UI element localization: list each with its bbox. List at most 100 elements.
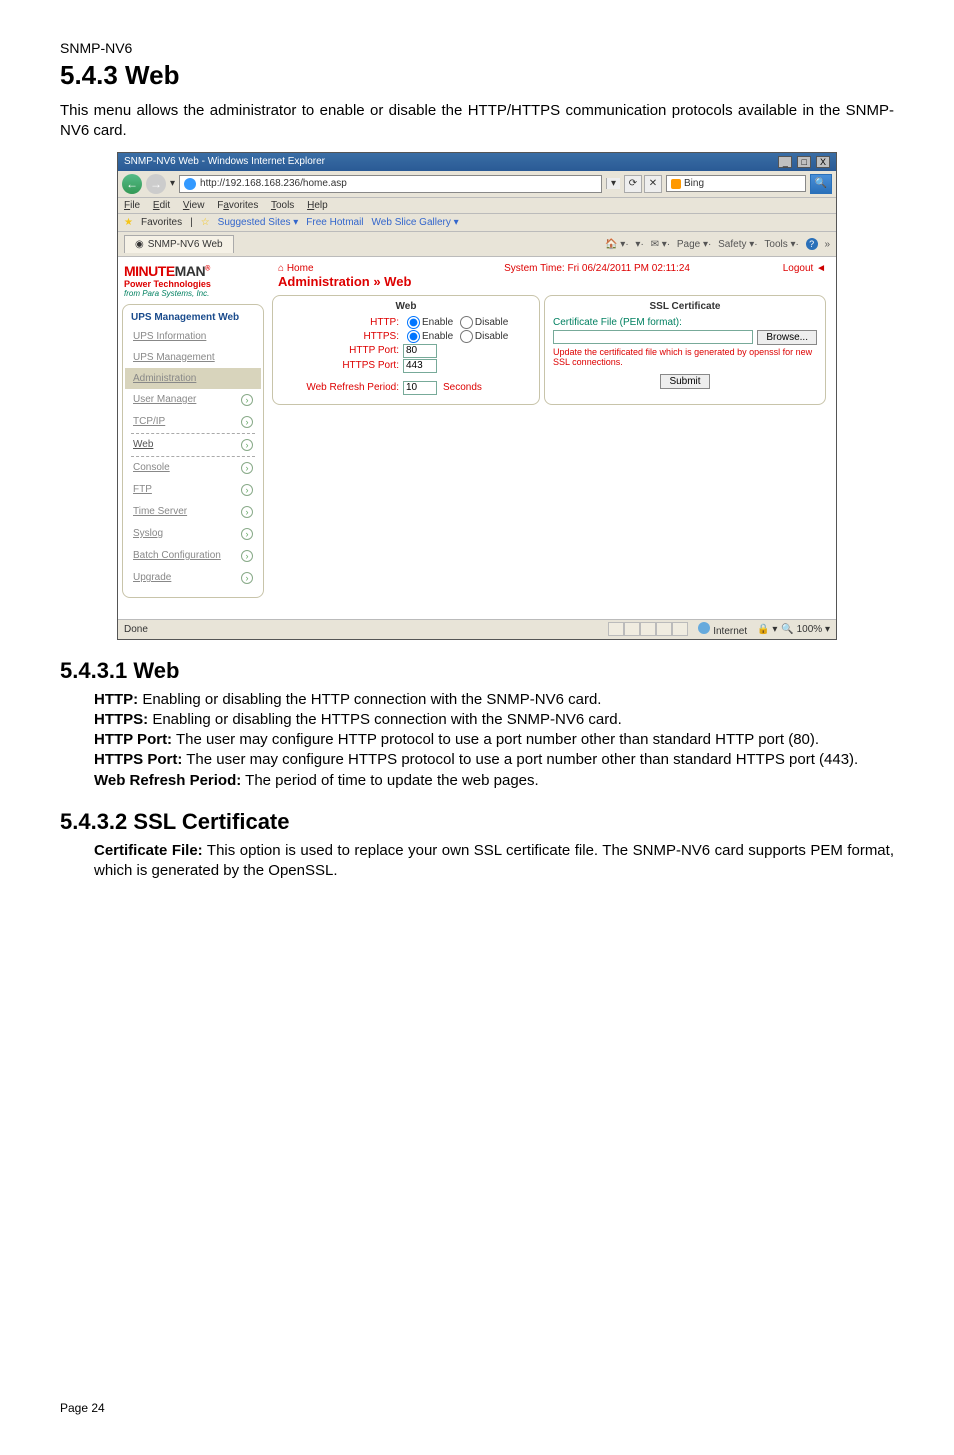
breadcrumb-home[interactable]: Home (278, 263, 411, 274)
fav-link-suggested[interactable]: Suggested Sites ▾ (218, 217, 299, 228)
go-icon: › (241, 528, 253, 540)
menu-favorites[interactable]: Favorites (217, 200, 258, 211)
status-panes (608, 622, 688, 636)
address-bar[interactable]: http://192.168.168.236/home.asp (179, 175, 602, 193)
favorites-star-icon[interactable]: ★ (124, 217, 133, 228)
menu-help[interactable]: Help (307, 200, 328, 211)
menu-bar: File Edit View Favorites Tools Help (118, 198, 836, 214)
cmd-page[interactable]: Page ▾ (677, 239, 708, 250)
cmd-tools[interactable]: Tools ▾ (764, 239, 795, 250)
sidebar-batch-config[interactable]: Batch Configuration› (125, 545, 261, 567)
favorites-bar: ★ Favorites | ☆ Suggested Sites ▾ Free H… (118, 214, 836, 232)
refresh-label: Web Refresh Period: (275, 382, 403, 393)
cmd-home[interactable]: 🏠 ▾ (605, 239, 625, 250)
def-text: Enabling or disabling the HTTPS connecti… (148, 711, 622, 728)
sidebar-syslog[interactable]: Syslog › (125, 523, 261, 545)
tab-icon: ◉ (135, 239, 144, 250)
fav-link-webslice[interactable]: Web Slice Gallery ▾ (372, 217, 459, 228)
brand-word-2: MAN (175, 263, 205, 279)
zoom-level[interactable]: 🔍 100% ▾ (781, 624, 830, 635)
sidebar-item-label: Console (133, 462, 170, 473)
refresh-button[interactable]: ⟳ (624, 175, 642, 193)
https-disable-radio[interactable] (460, 330, 473, 343)
enable-label: Enable (422, 331, 453, 342)
web-panel-title: Web (275, 298, 537, 315)
sidebar-console[interactable]: Console› (125, 457, 261, 479)
ssl-panel-title: SSL Certificate (547, 298, 823, 315)
browser-tab[interactable]: ◉ SNMP-NV6 Web (124, 235, 234, 253)
disable-label: Disable (475, 317, 508, 328)
sidebar-ups-management[interactable]: UPS Management (125, 347, 261, 368)
http-enable-radio[interactable] (407, 316, 420, 329)
go-icon: › (241, 484, 253, 496)
window-maximize-button[interactable]: □ (797, 156, 811, 168)
stop-button[interactable]: ✕ (644, 175, 662, 193)
sidebar-upgrade[interactable]: Upgrade› (125, 567, 261, 589)
refresh-input[interactable] (403, 381, 437, 395)
sidebar-item-label: Time Server (133, 506, 187, 517)
brand-word-1: MINUTE (124, 263, 175, 279)
nav-back-button[interactable]: ← (122, 174, 142, 194)
seconds-label: Seconds (443, 382, 482, 393)
search-box[interactable]: Bing (666, 175, 806, 192)
site-icon (184, 178, 196, 190)
menu-view[interactable]: View (183, 200, 205, 211)
cmd-chevrons-icon[interactable]: » (824, 239, 830, 250)
http-disable-radio[interactable] (460, 316, 473, 329)
cert-file-input[interactable] (553, 330, 753, 344)
fav-link-hotmail[interactable]: Free Hotmail (306, 217, 363, 228)
http-label: HTTP: (275, 317, 403, 328)
go-icon: › (241, 550, 253, 562)
sidebar-time-server[interactable]: Time Server› (125, 501, 261, 523)
intro-paragraph: This menu allows the administrator to en… (60, 101, 894, 142)
sidebar-ftp[interactable]: FTP › (125, 479, 261, 501)
def-term: Web Refresh Period: (94, 772, 241, 789)
menu-tools[interactable]: Tools (271, 200, 294, 211)
cmd-safety[interactable]: Safety ▾ (718, 239, 754, 250)
menu-file[interactable]: File (124, 200, 140, 211)
sidebar: MINUTEMAN® Power Technologies from Para … (118, 257, 268, 619)
http-port-input[interactable] (403, 344, 437, 358)
def-text: The user may configure HTTP protocol to … (172, 731, 819, 748)
address-dropdown-icon[interactable]: ▾ (606, 178, 620, 189)
sidebar-tcpip[interactable]: TCP/IP› (125, 411, 261, 433)
https-enable-radio[interactable] (407, 330, 420, 343)
logout-link[interactable]: Logout (783, 263, 826, 274)
def-term: HTTP: (94, 691, 138, 708)
cmd-mail[interactable]: ✉ ▾ (651, 239, 667, 250)
menu-edit[interactable]: Edit (153, 200, 170, 211)
https-port-input[interactable] (403, 359, 437, 373)
nav-forward-button[interactable]: → (146, 174, 166, 194)
content-area: Home Administration » Web System Time: F… (268, 257, 836, 619)
tab-bar: ◉ SNMP-NV6 Web 🏠 ▾· ▾· ✉ ▾· Page ▾· Safe… (118, 232, 836, 257)
window-close-button[interactable]: X (816, 156, 830, 168)
screenshot-ie-window: SNMP-NV6 Web - Windows Internet Explorer… (117, 152, 837, 640)
window-title: SNMP-NV6 Web - Windows Internet Explorer (124, 156, 325, 167)
heading-543-web: 5.4.3 Web (60, 60, 894, 91)
ssl-note: Update the certificated file which is ge… (547, 347, 823, 369)
sidebar-item-label: FTP (133, 484, 152, 495)
go-icon: › (241, 572, 253, 584)
go-icon: › (241, 394, 253, 406)
submit-button[interactable]: Submit (660, 374, 709, 389)
window-minimize-button[interactable]: _ (778, 156, 792, 168)
search-go-button[interactable]: 🔍 (810, 174, 832, 194)
sidebar-user-manager[interactable]: User Manager› (125, 389, 261, 411)
status-zone: Internet (698, 622, 747, 637)
def-text: Enabling or disabling the HTTP connectio… (138, 691, 601, 708)
sidebar-ups-information[interactable]: UPS Information (125, 326, 261, 347)
cmd-feeds[interactable]: ▾ (635, 239, 640, 250)
definitions-ssl: Certificate File: This option is used to… (94, 841, 894, 882)
sidebar-web[interactable]: Web› (125, 434, 261, 456)
cmd-help-icon[interactable]: ? (806, 238, 818, 250)
sidebar-administration[interactable]: Administration (125, 368, 261, 389)
def-term: Certificate File: (94, 842, 203, 859)
sidebar-item-label: UPS Information (133, 331, 206, 342)
nav-dropdown-icon[interactable]: ▾ (170, 178, 175, 189)
https-port-label: HTTPS Port: (275, 360, 403, 371)
browse-button[interactable]: Browse... (757, 330, 817, 345)
ssl-panel: SSL Certificate Certificate File (PEM fo… (544, 295, 826, 405)
app-frame: MINUTEMAN® Power Technologies from Para … (118, 257, 836, 619)
sidebar-item-label: TCP/IP (133, 416, 165, 427)
sidebar-item-label: Syslog (133, 528, 163, 539)
